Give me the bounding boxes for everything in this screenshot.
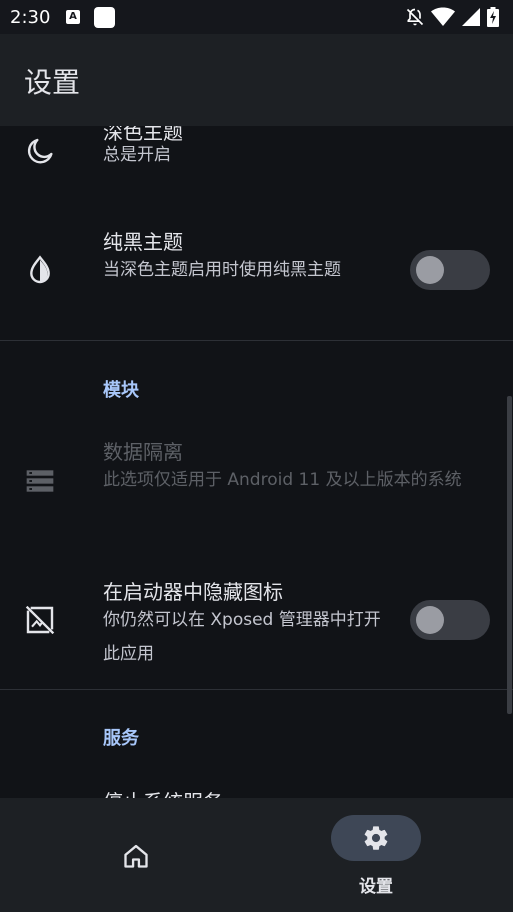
nav-label-settings: 设置 [359, 877, 393, 897]
section-header-module: 模块 [103, 380, 139, 401]
pref-dark-theme-summary: 总是开启 [103, 145, 171, 165]
pref-black-theme-title: 纯黑主题 [103, 230, 183, 254]
gear-icon [364, 826, 388, 850]
do-not-disturb-icon [406, 8, 424, 26]
pref-black-theme-summary: 当深色主题启用时使用纯黑主题 [103, 260, 341, 280]
status-icons [405, 7, 505, 27]
home-icon [124, 844, 148, 868]
black-theme-switch[interactable] [410, 250, 490, 290]
wifi-icon [431, 7, 455, 26]
settings-screen: 2:30 A 设置 深色主题 总是开启 纯黑主题 当深色主题启用时使用纯黑主题 … [0, 0, 513, 912]
pref-data-isolation-summary: 此选项仅适用于 Android 11 及以上版本的系统 [103, 470, 462, 490]
nav-item-home[interactable] [86, 798, 186, 912]
settings-list[interactable]: 深色主题 总是开启 纯黑主题 当深色主题启用时使用纯黑主题 模块 数据隔离 此选… [0, 126, 513, 798]
scrollbar[interactable] [507, 396, 512, 714]
pref-data-isolation: 数据隔离 此选项仅适用于 Android 11 及以上版本的系统 [0, 426, 513, 546]
switch-thumb [416, 606, 444, 634]
pref-hide-icon[interactable]: 在启动器中隐藏图标 你仍然可以在 Xposed 管理器中打开此应用 [0, 566, 513, 686]
water-drop-icon [30, 255, 50, 284]
status-bar: 2:30 A [0, 0, 513, 34]
notification-a-icon: A [66, 10, 80, 24]
nav-item-settings[interactable]: 设置 [326, 798, 426, 912]
notification-a-letter: A [69, 11, 77, 22]
storage-icon [26, 470, 54, 492]
status-time: 2:30 [10, 7, 51, 28]
hide-image-icon [25, 605, 55, 635]
moon-icon [27, 138, 53, 164]
pref-stop-service-title: 停止系统服务 [103, 786, 223, 798]
bottom-navigation: 设置 [0, 798, 513, 912]
pref-data-isolation-title: 数据隔离 [103, 440, 183, 464]
switch-thumb [416, 256, 444, 284]
section-header-service: 服务 [103, 728, 139, 749]
pref-dark-theme[interactable]: 深色主题 总是开启 [0, 126, 513, 196]
pref-stop-service[interactable]: 停止系统服务 [0, 776, 513, 798]
hide-icon-switch[interactable] [410, 600, 490, 640]
notification-app-icon [94, 7, 115, 28]
pref-black-theme[interactable]: 纯黑主题 当深色主题启用时使用纯黑主题 [0, 216, 513, 336]
divider [0, 689, 513, 690]
app-bar: 设置 [0, 34, 513, 126]
battery-charging-icon [487, 7, 499, 27]
signal-icon [462, 8, 480, 26]
divider [0, 340, 513, 341]
pref-hide-icon-summary: 你仍然可以在 Xposed 管理器中打开此应用 [103, 610, 381, 664]
page-title: 设置 [24, 66, 81, 99]
pref-hide-icon-title: 在启动器中隐藏图标 [103, 580, 283, 604]
